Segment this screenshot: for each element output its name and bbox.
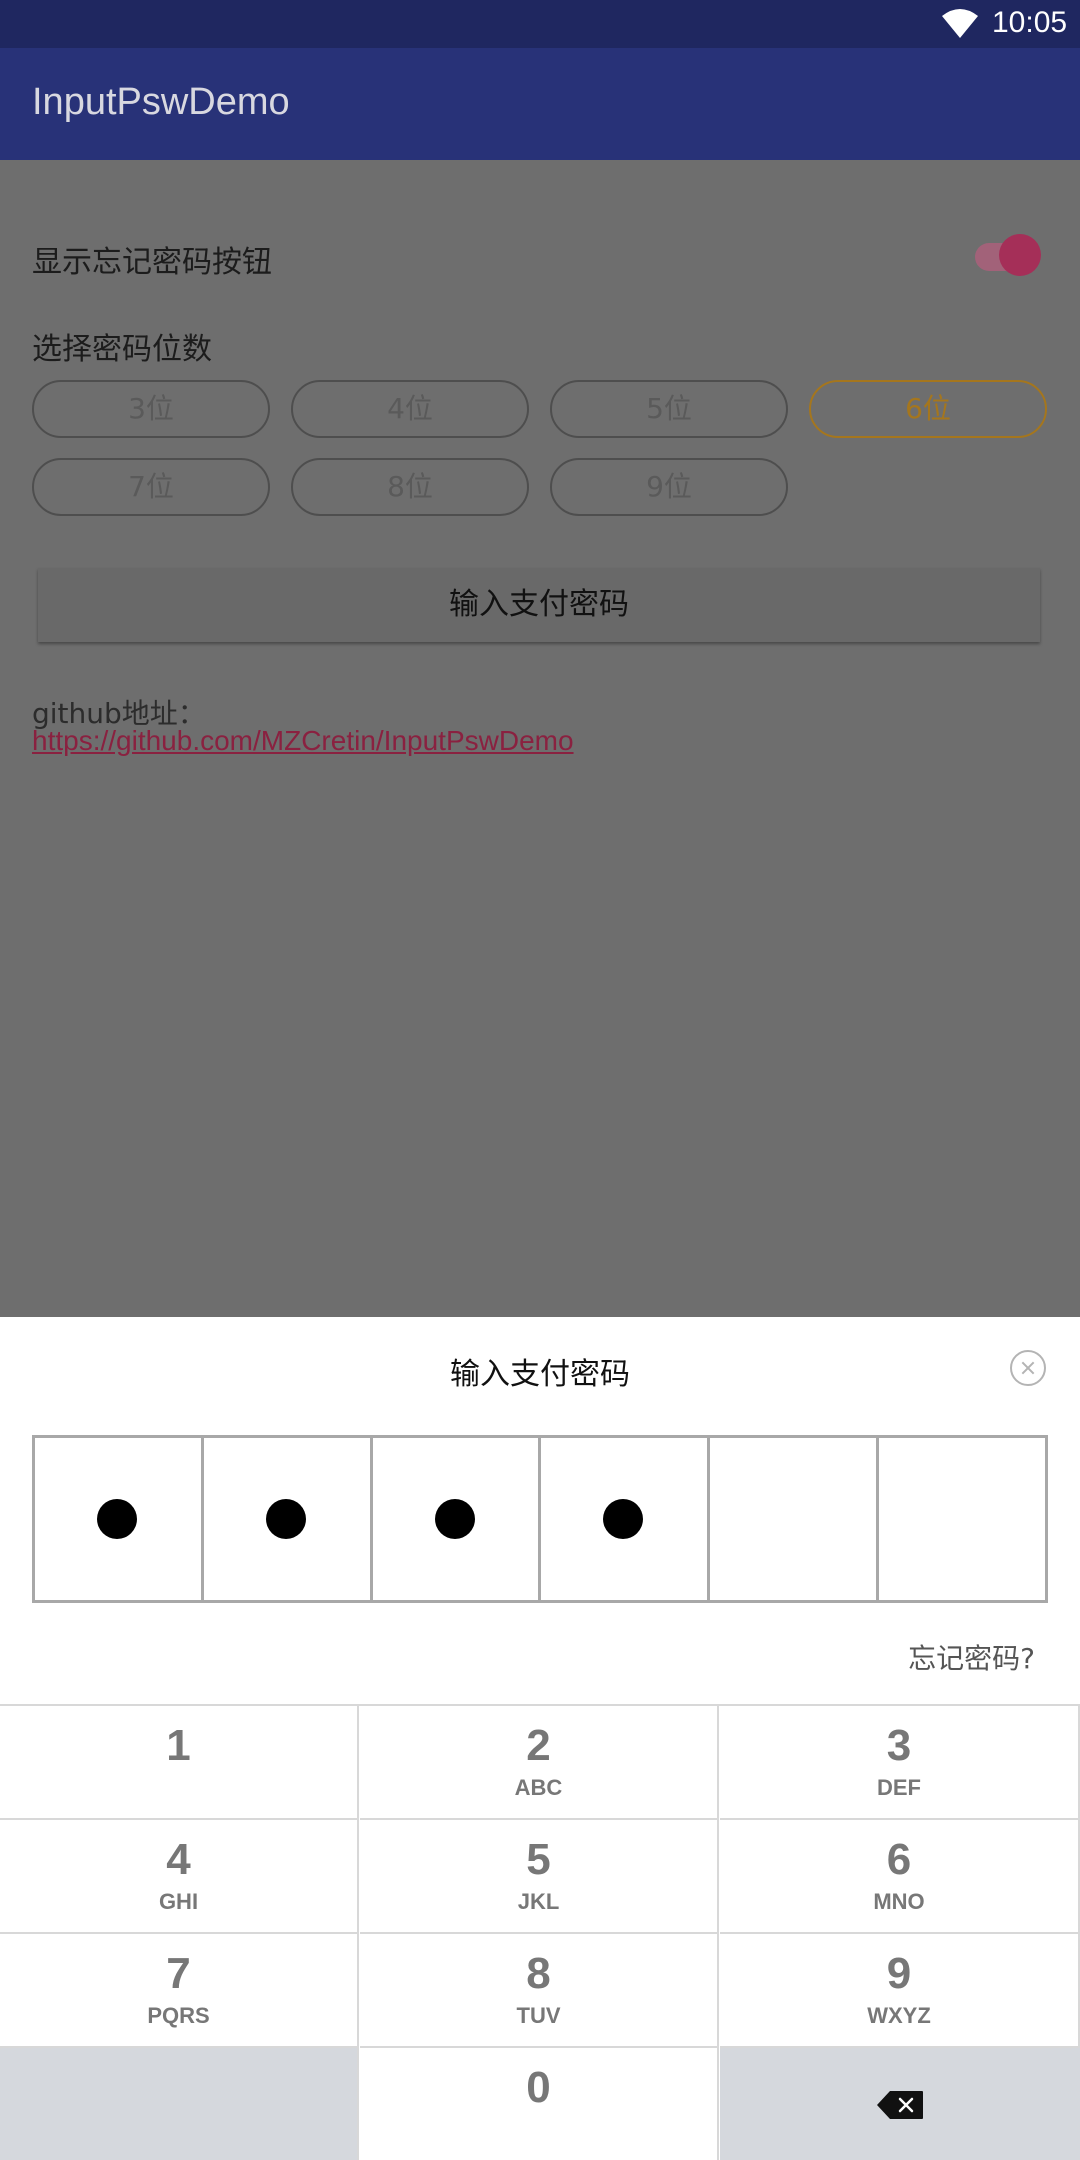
- key-number: 6: [886, 1835, 912, 1884]
- digit-option-8[interactable]: 8位: [291, 458, 529, 516]
- app-title: InputPswDemo: [32, 81, 290, 123]
- key-5[interactable]: 5 JKL: [360, 1820, 719, 1934]
- key-number: 9: [886, 1949, 912, 1998]
- show-forgot-label: 显示忘记密码按钮: [32, 245, 272, 280]
- password-dot: [434, 1499, 475, 1539]
- digit-option-4[interactable]: 4位: [291, 380, 529, 438]
- sheet-title: 输入支付密码: [450, 1357, 630, 1392]
- wifi-icon: [942, 9, 978, 38]
- password-cell: [35, 1438, 204, 1600]
- digit-option-6[interactable]: 6位: [809, 380, 1047, 438]
- password-cell: [204, 1438, 373, 1600]
- main-content: 显示忘记密码按钮 选择密码位数 3位 4位 5位 6位 7位 8位 9位 输入支…: [0, 160, 1080, 1317]
- numeric-keypad: 1 2 ABC 3 DEF 4 GHI 5 JKL 6 MNO 7 PQRS 8…: [0, 1704, 1080, 2160]
- password-cell: [710, 1438, 880, 1600]
- key-delete[interactable]: [720, 2048, 1080, 2160]
- status-time: 10:05: [992, 6, 1068, 39]
- key-number: 0: [526, 2063, 551, 2112]
- key-number: 4: [166, 1835, 191, 1884]
- key-7[interactable]: 7 PQRS: [0, 1934, 359, 2048]
- key-letters: JKL: [517, 1889, 560, 1914]
- key-letters: MNO: [873, 1889, 925, 1914]
- digit-option-9[interactable]: 9位: [550, 458, 788, 516]
- key-0[interactable]: 0: [360, 2048, 719, 2160]
- key-3[interactable]: 3 DEF: [720, 1706, 1080, 1820]
- key-number: 2: [526, 1721, 551, 1770]
- switch-thumb[interactable]: [999, 234, 1041, 276]
- key-letters: WXYZ: [867, 2003, 931, 2028]
- key-blank: [0, 2048, 359, 2160]
- key-letters: PQRS: [147, 2003, 210, 2028]
- password-cell: [879, 1438, 1045, 1600]
- digit-option-7[interactable]: 7位: [32, 458, 270, 516]
- backspace-icon: [877, 2091, 923, 2119]
- key-9[interactable]: 9 WXYZ: [720, 1934, 1080, 2048]
- key-letters: GHI: [158, 1889, 199, 1914]
- password-dot: [265, 1499, 306, 1539]
- github-link[interactable]: https://github.com/MZCretin/InputPswDemo: [32, 725, 574, 757]
- password-input-box[interactable]: [32, 1435, 1048, 1603]
- digit-option-3[interactable]: 3位: [32, 380, 270, 438]
- key-1[interactable]: 1: [0, 1706, 359, 1820]
- password-cell: [541, 1438, 711, 1600]
- key-number: 7: [166, 1949, 191, 1998]
- key-letters: ABC: [514, 1775, 563, 1800]
- key-letters: TUV: [516, 2003, 561, 2028]
- forgot-password-link[interactable]: 忘记密码?: [908, 1637, 1035, 1677]
- key-number: 5: [526, 1835, 551, 1884]
- digit-option-5[interactable]: 5位: [550, 380, 788, 438]
- password-cell: [373, 1438, 542, 1600]
- key-8[interactable]: 8 TUV: [360, 1934, 719, 2048]
- key-6[interactable]: 6 MNO: [720, 1820, 1080, 1934]
- key-letters: DEF: [877, 1775, 921, 1800]
- password-dot: [96, 1499, 137, 1539]
- key-number: 8: [526, 1949, 551, 1998]
- digits-label: 选择密码位数: [32, 332, 212, 367]
- input-pay-password-button[interactable]: 输入支付密码: [38, 568, 1040, 642]
- key-number: 1: [166, 1721, 191, 1770]
- key-2[interactable]: 2 ABC: [360, 1706, 719, 1820]
- password-dot: [603, 1499, 644, 1539]
- key-4[interactable]: 4 GHI: [0, 1820, 359, 1934]
- close-circle-icon[interactable]: [1010, 1350, 1046, 1386]
- app-bar: InputPswDemo: [0, 48, 1080, 160]
- key-number: 3: [886, 1721, 912, 1770]
- status-bar: 10:05: [0, 0, 1080, 48]
